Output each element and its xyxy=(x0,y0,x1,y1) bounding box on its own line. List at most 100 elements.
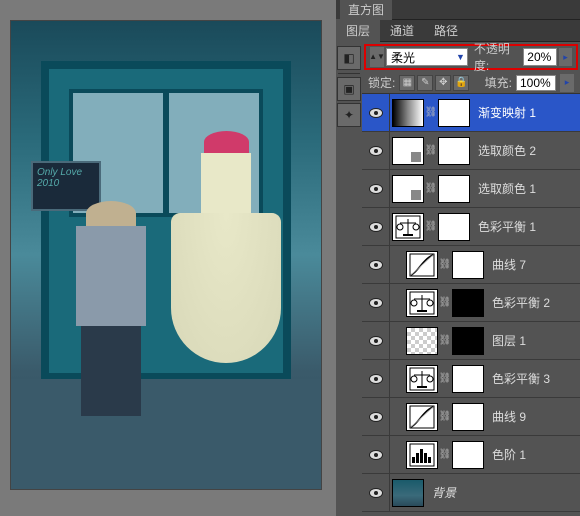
link-icon[interactable]: ⛓ xyxy=(440,372,450,386)
blend-arrows-icon[interactable]: ▲▼ xyxy=(370,47,384,67)
link-icon[interactable]: ⛓ xyxy=(426,144,436,158)
lock-transparent-icon[interactable]: ▦ xyxy=(399,75,415,91)
link-icon[interactable]: ⛓ xyxy=(426,106,436,120)
document-photo[interactable]: Only Love 2010 xyxy=(10,20,322,490)
eye-icon xyxy=(369,450,383,460)
blend-opacity-row: ▲▼ 柔光 ▼ 不透明度: 20% ▸ xyxy=(364,44,578,70)
tab-layers[interactable]: 图层 xyxy=(336,19,380,42)
visibility-toggle[interactable] xyxy=(362,132,390,169)
layer-thumbnail[interactable] xyxy=(392,479,424,507)
lock-pixels-icon[interactable]: ✎ xyxy=(417,75,433,91)
layer-row[interactable]: ⛓ 选取颜色 1 xyxy=(362,170,580,208)
layer-thumbnail[interactable] xyxy=(406,289,438,317)
layer-thumbnail[interactable] xyxy=(406,403,438,431)
fill-slider-arrow-icon[interactable]: ▸ xyxy=(560,74,574,92)
eye-icon xyxy=(369,488,383,498)
tab-channels[interactable]: 通道 xyxy=(380,19,424,42)
visibility-toggle[interactable] xyxy=(362,284,390,321)
layer-row[interactable]: ⛓ 色阶 1 xyxy=(362,436,580,474)
layer-name-label[interactable]: 曲线 9 xyxy=(492,408,526,425)
opacity-input[interactable]: 20% xyxy=(523,48,557,66)
layer-name-label[interactable]: 曲线 7 xyxy=(492,256,526,273)
link-icon[interactable]: ⛓ xyxy=(440,448,450,462)
link-icon[interactable]: ⛓ xyxy=(426,182,436,196)
link-icon[interactable]: ⛓ xyxy=(440,334,450,348)
lock-icons: ▦ ✎ ✥ 🔒 xyxy=(399,75,469,91)
layer-mask-thumbnail[interactable] xyxy=(452,327,484,355)
layer-name-label[interactable]: 色彩平衡 3 xyxy=(492,370,550,387)
layer-mask-thumbnail[interactable] xyxy=(438,137,470,165)
layer-name-label[interactable]: 色阶 1 xyxy=(492,446,526,463)
link-icon[interactable]: ⛓ xyxy=(440,296,450,310)
layer-thumbnail[interactable] xyxy=(392,137,424,165)
layer-name-label[interactable]: 选取颜色 1 xyxy=(478,180,536,197)
lock-all-icon[interactable]: 🔒 xyxy=(453,75,469,91)
layers-list: ⛓ 渐变映射 1 ⛓ 选取颜色 2 ⛓ 选取颜色 1 ⛓ 色彩平衡 1 ⛓ 曲线 7 ⛓ 色彩平衡 2… xyxy=(362,94,580,516)
link-icon[interactable]: ⛓ xyxy=(440,258,450,272)
layer-row[interactable]: ⛓ 色彩平衡 1 xyxy=(362,208,580,246)
layer-mask-thumbnail[interactable] xyxy=(452,251,484,279)
visibility-toggle[interactable] xyxy=(362,246,390,283)
layer-row[interactable]: ⛓ 曲线 9 xyxy=(362,398,580,436)
layer-thumbnail[interactable] xyxy=(392,99,424,127)
tool-button-1[interactable]: ◧ xyxy=(337,46,361,70)
layer-row[interactable]: 背景 xyxy=(362,474,580,512)
layer-row[interactable]: ⛓ 色彩平衡 3 xyxy=(362,360,580,398)
layer-name-label[interactable]: 色彩平衡 1 xyxy=(478,218,536,235)
opacity-slider-arrow-icon[interactable]: ▸ xyxy=(559,48,572,66)
visibility-toggle[interactable] xyxy=(362,398,390,435)
layer-row[interactable]: ⛓ 渐变映射 1 xyxy=(362,94,580,132)
layer-thumbnail[interactable] xyxy=(406,441,438,469)
fill-input[interactable]: 100% xyxy=(516,75,556,91)
layer-name-label[interactable]: 色彩平衡 2 xyxy=(492,294,550,311)
panel-tab-bar: 图层 通道 路径 xyxy=(336,20,580,42)
layer-name-label[interactable]: 图层 1 xyxy=(492,332,526,349)
visibility-toggle[interactable] xyxy=(362,208,390,245)
visibility-toggle[interactable] xyxy=(362,436,390,473)
eye-icon xyxy=(369,336,383,346)
layer-row[interactable]: ⛓ 曲线 7 xyxy=(362,246,580,284)
layer-mask-thumbnail[interactable] xyxy=(438,213,470,241)
fill-label: 填充: xyxy=(485,74,512,91)
eye-icon xyxy=(369,374,383,384)
eye-icon xyxy=(369,222,383,232)
link-icon[interactable]: ⛓ xyxy=(440,410,450,424)
layer-row[interactable]: ⛓ 选取颜色 2 xyxy=(362,132,580,170)
layer-mask-thumbnail[interactable] xyxy=(438,99,470,127)
layer-mask-thumbnail[interactable] xyxy=(452,403,484,431)
eye-icon xyxy=(369,146,383,156)
layer-row[interactable]: ⛓ 图层 1 xyxy=(362,322,580,360)
layer-name-label[interactable]: 渐变映射 1 xyxy=(478,104,536,121)
lock-position-icon[interactable]: ✥ xyxy=(435,75,451,91)
visibility-toggle[interactable] xyxy=(362,94,390,131)
layer-thumbnail[interactable] xyxy=(406,251,438,279)
eye-icon xyxy=(369,298,383,308)
layer-name-label[interactable]: 选取颜色 2 xyxy=(478,142,536,159)
layer-mask-thumbnail[interactable] xyxy=(452,441,484,469)
chevron-down-icon: ▼ xyxy=(456,52,465,62)
visibility-toggle[interactable] xyxy=(362,360,390,397)
tab-paths[interactable]: 路径 xyxy=(424,19,468,42)
blend-mode-value: 柔光 xyxy=(391,49,415,66)
lock-label: 锁定: xyxy=(368,74,395,91)
visibility-toggle[interactable] xyxy=(362,474,390,511)
layer-mask-thumbnail[interactable] xyxy=(452,289,484,317)
photo-person-woman xyxy=(171,131,281,421)
layer-thumbnail[interactable] xyxy=(406,365,438,393)
layer-row[interactable]: ⛓ 色彩平衡 2 xyxy=(362,284,580,322)
tool-button-2[interactable]: ▣ xyxy=(337,77,361,101)
layer-thumbnail[interactable] xyxy=(406,327,438,355)
link-icon[interactable]: ⛓ xyxy=(426,220,436,234)
visibility-toggle[interactable] xyxy=(362,322,390,359)
eye-icon xyxy=(369,184,383,194)
layer-mask-thumbnail[interactable] xyxy=(438,175,470,203)
tool-button-3[interactable]: ✦ xyxy=(337,103,361,127)
layer-thumbnail[interactable] xyxy=(392,213,424,241)
layer-thumbnail[interactable] xyxy=(392,175,424,203)
layer-mask-thumbnail[interactable] xyxy=(452,365,484,393)
canvas-area: Only Love 2010 xyxy=(0,0,336,516)
layer-name-label[interactable]: 背景 xyxy=(432,484,456,501)
blend-mode-dropdown[interactable]: 柔光 ▼ xyxy=(386,48,468,66)
tab-histogram[interactable]: 直方图 xyxy=(340,0,392,20)
visibility-toggle[interactable] xyxy=(362,170,390,207)
